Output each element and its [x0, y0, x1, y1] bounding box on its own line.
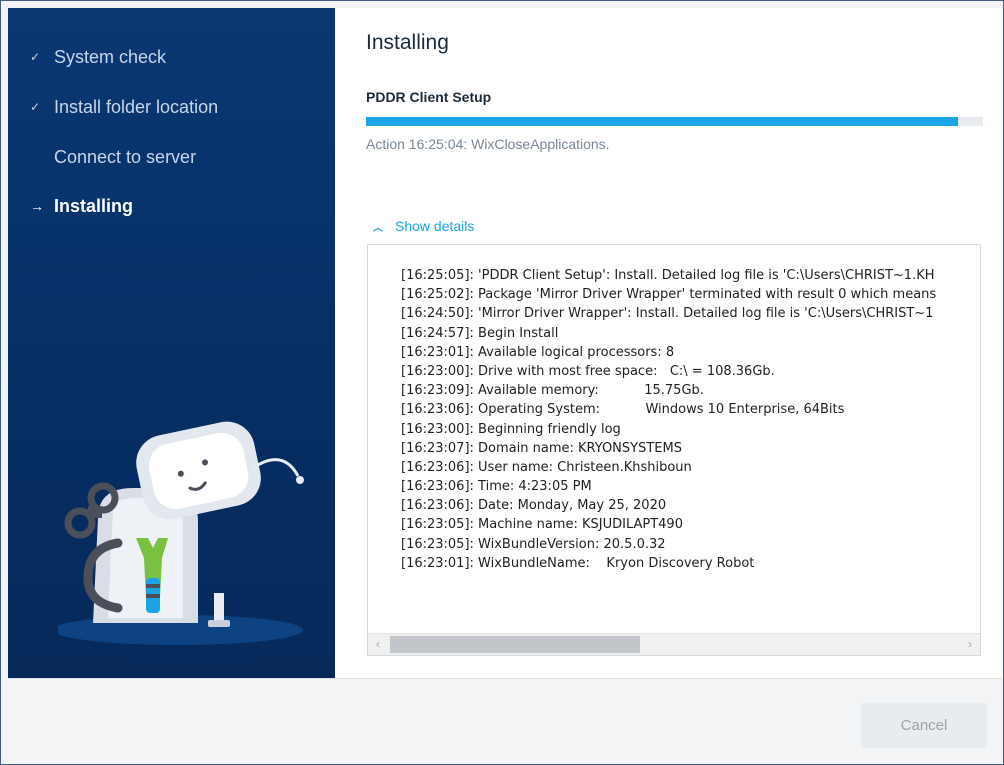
sidebar-step-install-folder: ✓ Install folder location: [30, 95, 218, 119]
scroll-thumb[interactable]: [390, 636, 640, 653]
step-label: Install folder location: [54, 96, 219, 117]
log-line: [16:23:00]: Beginning friendly log: [401, 421, 621, 437]
progress-bar: [366, 117, 983, 126]
check-icon: ✓: [30, 50, 41, 64]
sidebar-step-system-check: ✓ System check: [30, 45, 166, 69]
arrow-right-icon: →: [30, 198, 44, 214]
show-details-toggle[interactable]: ︿ Show details: [373, 218, 474, 234]
step-label: System check: [54, 46, 167, 67]
log-line: [16:24:57]: Begin Install: [401, 325, 559, 341]
horizontal-scrollbar[interactable]: ‹ ›: [368, 633, 980, 655]
log-line: [16:23:06]: User name: Christeen.Khshibo…: [401, 459, 692, 475]
status-text: Action 16:25:04: WixCloseApplications.: [366, 136, 610, 152]
step-label: Installing: [54, 195, 134, 216]
scroll-left-icon[interactable]: ‹: [376, 637, 380, 651]
check-icon: ✓: [30, 100, 41, 114]
log-line: [16:23:05]: Machine name: KSJUDILAPT490: [401, 517, 683, 533]
footer-divider: [8, 678, 1003, 679]
step-label: Connect to server: [54, 146, 197, 167]
progress-fill: [366, 117, 959, 126]
log-line: [16:23:01]: Available logical processors…: [401, 344, 675, 360]
log-line: [16:23:00]: Drive with most free space: …: [401, 363, 775, 379]
log-line: [16:23:05]: WixBundleVersion: 20.5.0.32: [401, 536, 666, 552]
cancel-button[interactable]: Cancel: [861, 703, 987, 748]
log-line: [16:23:01]: WixBundleName: Kryon Discove…: [401, 555, 755, 571]
log-lines: [16:25:05]: 'PDDR Client Setup': Install…: [401, 266, 980, 573]
package-title: PDDR Client Setup: [366, 89, 492, 105]
log-panel[interactable]: [16:25:05]: 'PDDR Client Setup': Install…: [367, 244, 981, 656]
log-line: [16:23:06]: Operating System: Windows 10…: [401, 402, 845, 418]
chevron-up-icon: ︿: [373, 222, 383, 234]
log-line: [16:23:06]: Date: Monday, May 25, 2020: [401, 498, 667, 514]
installer-window: ✓ System check ✓ Install folder location…: [0, 0, 1004, 765]
log-line: [16:23:07]: Domain name: KRYONSYSTEMS: [401, 440, 682, 456]
log-line: [16:25:05]: 'PDDR Client Setup': Install…: [401, 268, 935, 283]
log-line: [16:23:09]: Available memory: 15.75Gb.: [401, 383, 704, 399]
log-line: [16:23:06]: Time: 4:23:05 PM: [401, 479, 592, 495]
page-title: Installing: [366, 31, 449, 54]
main-panel: Installing PDDR Client Setup Action 16:2…: [335, 8, 1003, 678]
robot-illustration: [58, 421, 304, 645]
log-line: [16:25:02]: Package 'Mirror Driver Wrapp…: [401, 287, 937, 303]
sidebar-step-installing: → Installing: [30, 194, 133, 218]
sidebar: ✓ System check ✓ Install folder location…: [8, 8, 335, 678]
sidebar-step-connect-server: Connect to server: [30, 145, 196, 169]
scroll-right-icon[interactable]: ›: [968, 637, 972, 651]
log-line: [16:24:50]: 'Mirror Driver Wrapper': Ins…: [401, 306, 934, 322]
show-details-label: Show details: [395, 218, 475, 234]
